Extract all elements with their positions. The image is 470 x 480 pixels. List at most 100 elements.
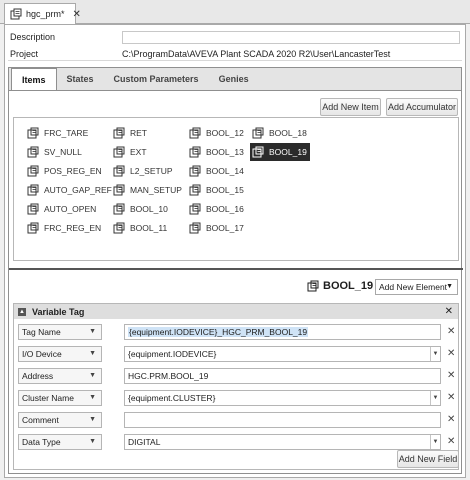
delete-field-icon[interactable]: ✕ xyxy=(447,436,455,447)
section-header[interactable]: ▲ Variable Tag ✕ xyxy=(14,304,458,319)
tag-icon xyxy=(113,222,125,234)
list-item[interactable]: AUTO_OPEN xyxy=(25,201,99,217)
delete-field-icon[interactable]: ✕ xyxy=(447,414,455,425)
property-name-dropdown[interactable]: Address ▼ xyxy=(18,368,102,384)
tab-genies[interactable]: Genies xyxy=(209,68,259,90)
add-accumulator-button[interactable]: Add Accumulator xyxy=(386,98,458,116)
tag-icon xyxy=(189,203,201,215)
chevron-down-icon[interactable]: ▼ xyxy=(430,347,440,361)
list-item[interactable]: MAN_SETUP xyxy=(111,182,185,198)
property-value: HGC.PRM.BOOL_19 xyxy=(128,371,209,381)
property-name-dropdown[interactable]: Data Type ▼ xyxy=(18,434,102,450)
property-value-input[interactable]: DIGITAL ▼ xyxy=(124,434,441,450)
property-value-input[interactable]: {equipment.IODEVICE} ▼ xyxy=(124,346,441,362)
property-value: {equipment.IODEVICE}_HGC_PRM_BOOL_19 xyxy=(128,327,309,337)
tag-icon xyxy=(189,165,201,177)
list-item[interactable]: BOOL_13 xyxy=(187,144,247,160)
delete-field-icon[interactable]: ✕ xyxy=(447,348,455,359)
item-label: BOOL_17 xyxy=(206,223,244,233)
chevron-down-icon: ▼ xyxy=(89,328,96,335)
list-item[interactable]: BOOL_12 xyxy=(187,125,247,141)
add-new-element-label: Add New Element xyxy=(379,282,448,292)
item-label: AUTO_GAP_REF xyxy=(44,185,112,195)
add-new-field-button[interactable]: Add New Field xyxy=(397,450,459,468)
list-item[interactable]: RET xyxy=(111,125,150,141)
item-label: POS_REG_EN xyxy=(44,166,102,176)
close-icon[interactable]: ✕ xyxy=(73,9,81,20)
item-label: L2_SETUP xyxy=(130,166,173,176)
property-value-input[interactable]: {equipment.CLUSTER} ▼ xyxy=(124,390,441,406)
delete-field-icon[interactable]: ✕ xyxy=(447,370,455,381)
delete-field-icon[interactable]: ✕ xyxy=(447,392,455,403)
item-label: BOOL_10 xyxy=(130,204,168,214)
item-label: BOOL_11 xyxy=(130,223,168,233)
item-label: FRC_TARE xyxy=(44,128,89,138)
tag-icon xyxy=(27,203,39,215)
list-item[interactable]: BOOL_14 xyxy=(187,163,247,179)
list-item[interactable]: BOOL_16 xyxy=(187,201,247,217)
document-tab-strip: hgc_prm* ✕ xyxy=(0,0,470,24)
property-name: Cluster Name xyxy=(22,393,74,403)
tag-icon xyxy=(27,146,39,158)
chevron-down-icon: ▼ xyxy=(89,416,96,423)
item-label: SV_NULL xyxy=(44,147,82,157)
tab-bar: Items States Custom Parameters Genies xyxy=(8,67,462,91)
list-item[interactable]: FRC_TARE xyxy=(25,125,91,141)
collapse-icon[interactable]: ▲ xyxy=(18,307,26,316)
remove-section-icon[interactable]: ✕ xyxy=(445,306,453,317)
list-item-selected[interactable]: BOOL_19 xyxy=(250,143,310,161)
tag-icon xyxy=(189,222,201,234)
description-input[interactable] xyxy=(122,30,460,44)
variable-tag-section: ▲ Variable Tag ✕ Tag Name ▼ {equipment.IOD… xyxy=(13,303,459,470)
tab-items[interactable]: Items xyxy=(11,68,57,90)
chevron-down-icon[interactable]: ▼ xyxy=(430,391,440,405)
list-item[interactable]: L2_SETUP xyxy=(111,163,176,179)
panel-splitter[interactable] xyxy=(9,268,463,270)
document-tab[interactable]: hgc_prm* ✕ xyxy=(4,3,81,24)
list-item[interactable]: BOOL_17 xyxy=(187,220,247,236)
chevron-down-icon[interactable]: ▼ xyxy=(430,435,440,449)
selected-item-name: BOOL_19 xyxy=(323,280,374,292)
list-item[interactable]: POS_REG_EN xyxy=(25,163,105,179)
list-item[interactable]: BOOL_15 xyxy=(187,182,247,198)
list-item[interactable]: FRC_REG_EN xyxy=(25,220,104,236)
tag-icon xyxy=(113,165,125,177)
property-value-input[interactable]: {equipment.IODEVICE}_HGC_PRM_BOOL_19 xyxy=(124,324,441,340)
add-new-item-button[interactable]: Add New Item xyxy=(320,98,381,116)
item-label: BOOL_15 xyxy=(206,185,244,195)
list-item[interactable]: AUTO_GAP_REF xyxy=(25,182,115,198)
add-new-element-dropdown[interactable]: Add New Element ▼ xyxy=(375,279,458,295)
property-name-dropdown[interactable]: Comment ▼ xyxy=(18,412,102,428)
property-name: Comment xyxy=(22,415,59,425)
item-label: MAN_SETUP xyxy=(130,185,182,195)
project-row: Project C:\ProgramData\AVEVA Plant SCADA… xyxy=(8,47,462,61)
list-item[interactable]: BOOL_10 xyxy=(111,201,171,217)
property-value-input[interactable] xyxy=(124,412,441,428)
property-name: Tag Name xyxy=(22,327,61,337)
property-row: Data Type ▼ DIGITAL ▼ ✕ xyxy=(14,434,458,450)
list-item[interactable]: BOOL_11 xyxy=(111,220,170,236)
tab-states[interactable]: States xyxy=(57,68,104,90)
list-item[interactable]: BOOL_18 xyxy=(250,125,310,141)
property-name: Data Type xyxy=(22,437,61,447)
chevron-down-icon: ▼ xyxy=(89,372,96,379)
property-value-input[interactable]: HGC.PRM.BOOL_19 xyxy=(124,368,441,384)
list-item[interactable]: EXT xyxy=(111,144,150,160)
property-name-dropdown[interactable]: I/O Device ▼ xyxy=(18,346,102,362)
list-item[interactable]: SV_NULL xyxy=(25,144,85,160)
property-name: Address xyxy=(22,371,54,381)
property-name-dropdown[interactable]: Cluster Name ▼ xyxy=(18,390,102,406)
property-name-dropdown[interactable]: Tag Name ▼ xyxy=(18,324,102,340)
delete-field-icon[interactable]: ✕ xyxy=(447,326,455,337)
tag-icon xyxy=(113,146,125,158)
items-list: FRC_TARE SV_NULL POS_REG_EN AUTO_GAP_REF… xyxy=(13,117,459,261)
tab-custom-parameters[interactable]: Custom Parameters xyxy=(104,68,209,90)
tag-icon xyxy=(113,184,125,196)
chevron-down-icon: ▼ xyxy=(89,438,96,445)
header-divider xyxy=(8,60,462,61)
item-label: AUTO_OPEN xyxy=(44,204,97,214)
property-row: Tag Name ▼ {equipment.IODEVICE}_HGC_PRM_BO… xyxy=(14,324,458,340)
property-row: Address ▼ HGC.PRM.BOOL_19 ✕ xyxy=(14,368,458,384)
property-value: DIGITAL xyxy=(128,437,161,447)
property-row: Comment ▼ ✕ xyxy=(14,412,458,428)
